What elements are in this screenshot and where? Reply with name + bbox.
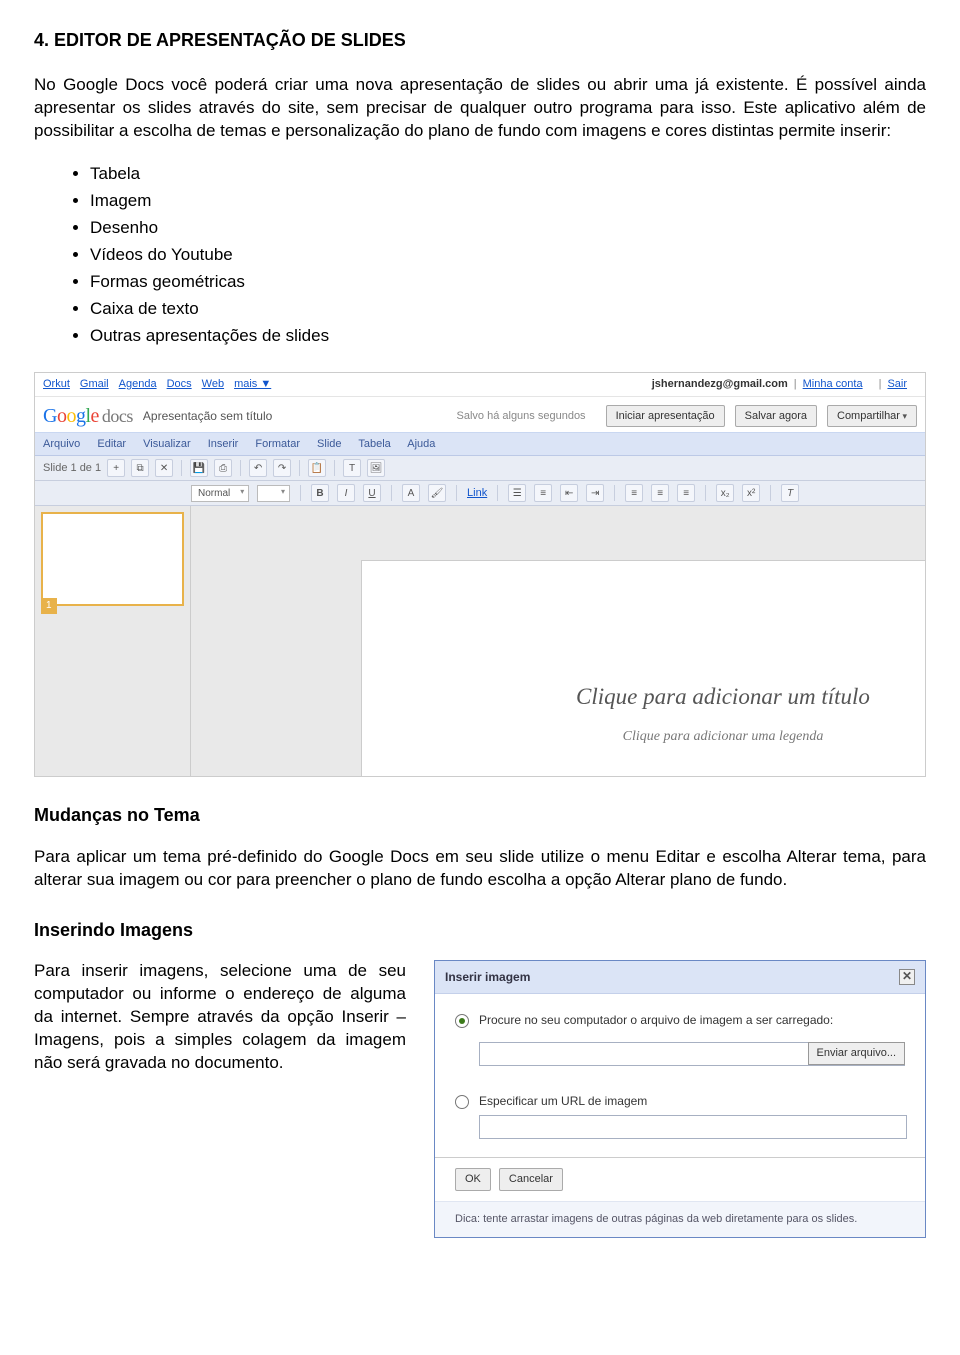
google-docs-screenshot: Orkut Gmail Agenda Docs Web mais ▼ jsher…	[34, 372, 926, 778]
signout-link[interactable]: Sair	[887, 377, 907, 392]
underline-icon[interactable]: U	[363, 484, 381, 502]
subscript-icon[interactable]: x₂	[716, 484, 734, 502]
start-presentation-button[interactable]: Iniciar apresentação	[606, 405, 725, 428]
slide-thumbnails: 1	[35, 506, 191, 776]
slide-canvas: Clique para adicionar um título Clique p…	[191, 506, 925, 776]
option-url[interactable]: Especificar um URL de imagem	[455, 1093, 905, 1139]
menu-editar[interactable]: Editar	[97, 438, 126, 450]
align-right-icon[interactable]: ≡	[677, 484, 695, 502]
option-upload-label: Procure no seu computador o arquivo de i…	[479, 1012, 905, 1028]
align-center-icon[interactable]: ≡	[651, 484, 669, 502]
radio-icon[interactable]	[455, 1095, 469, 1109]
brand-row: Googledocs Apresentação sem título Salvo…	[35, 397, 925, 433]
dialog-hint: Dica: tente arrastar imagens de outras p…	[435, 1201, 925, 1237]
nav-link-more[interactable]: mais ▼	[234, 377, 271, 392]
list-item: Desenho	[90, 217, 926, 240]
close-icon[interactable]: ✕	[899, 969, 915, 985]
outdent-icon[interactable]: ⇤	[560, 484, 578, 502]
list-item: Vídeos do Youtube	[90, 244, 926, 267]
slide-counter: Slide 1 de 1	[43, 461, 101, 476]
list-item: Imagem	[90, 190, 926, 213]
subtitle-placeholder[interactable]: Clique para adicionar uma legenda	[362, 728, 925, 747]
intro-paragraph: No Google Docs você poderá criar uma nov…	[34, 74, 926, 143]
menu-ajuda[interactable]: Ajuda	[407, 438, 435, 450]
inserindo-text: Para inserir imagens, selecione uma de s…	[34, 960, 406, 1075]
url-field[interactable]	[479, 1115, 907, 1139]
mudancas-text: Para aplicar um tema pré-definido do Goo…	[34, 846, 926, 892]
menu-formatar[interactable]: Formatar	[255, 438, 300, 450]
top-links-bar: Orkut Gmail Agenda Docs Web mais ▼ jsher…	[35, 373, 925, 397]
slide-surface[interactable]: Clique para adicionar um título Clique p…	[361, 560, 925, 776]
presentation-title[interactable]: Apresentação sem título	[143, 408, 272, 424]
list-item: Tabela	[90, 163, 926, 186]
menu-bar: Arquivo Editar Visualizar Inserir Format…	[35, 433, 925, 457]
clipboard-icon[interactable]: 📋	[308, 459, 326, 477]
nav-link[interactable]: Gmail	[80, 377, 109, 392]
new-slide-icon[interactable]: +	[107, 459, 125, 477]
delete-slide-icon[interactable]: ✕	[155, 459, 173, 477]
share-button[interactable]: Compartilhar	[827, 405, 917, 428]
thumbnail-slide-1[interactable]	[41, 512, 184, 606]
menu-inserir[interactable]: Inserir	[208, 438, 239, 450]
option-upload[interactable]: Procure no seu computador o arquivo de i…	[455, 1012, 905, 1075]
indent-icon[interactable]: ⇥	[586, 484, 604, 502]
dialog-header: Inserir imagem ✕	[435, 961, 925, 994]
fill-color-icon[interactable]: 🖌	[428, 484, 446, 502]
account-email: jshernandezg@gmail.com	[652, 377, 788, 392]
dialog-footer: OK Cancelar	[435, 1157, 925, 1201]
align-left-icon[interactable]: ≡	[625, 484, 643, 502]
insert-image-dialog: Inserir imagem ✕ Procure no seu computad…	[434, 960, 926, 1238]
toolbar-row-1: Slide 1 de 1 + ⧉ ✕ 💾 ⎙ ↶ ↷ 📋 T 🖼	[35, 456, 925, 481]
image-icon[interactable]: 🖼	[367, 459, 385, 477]
nav-link[interactable]: Orkut	[43, 377, 70, 392]
nav-link[interactable]: Docs	[167, 377, 192, 392]
menu-visualizar[interactable]: Visualizar	[143, 438, 191, 450]
nav-link[interactable]: Agenda	[119, 377, 157, 392]
option-url-label: Especificar um URL de imagem	[479, 1093, 905, 1109]
text-color-icon[interactable]: A	[402, 484, 420, 502]
my-account-link[interactable]: Minha conta	[803, 377, 863, 392]
superscript-icon[interactable]: x²	[742, 484, 760, 502]
menu-tabela[interactable]: Tabela	[358, 438, 390, 450]
save-status: Salvo há alguns segundos	[457, 409, 586, 424]
toolbar-row-2: Normal B I U A 🖌 Link ☰ ≡ ⇤ ⇥ ≡ ≡ ≡ x₂ x…	[35, 481, 925, 506]
cancel-button[interactable]: Cancelar	[499, 1168, 563, 1191]
editor-area: 1 Clique para adicionar um título Clique…	[35, 506, 925, 776]
ok-button[interactable]: OK	[455, 1168, 491, 1191]
save-icon[interactable]: 💾	[190, 459, 208, 477]
save-now-button[interactable]: Salvar agora	[735, 405, 817, 428]
print-icon[interactable]: ⎙	[214, 459, 232, 477]
redo-icon[interactable]: ↷	[273, 459, 291, 477]
menu-arquivo[interactable]: Arquivo	[43, 438, 80, 450]
nav-link[interactable]: Web	[202, 377, 224, 392]
menu-slide[interactable]: Slide	[317, 438, 341, 450]
upload-file-button[interactable]: Enviar arquivo...	[808, 1042, 905, 1065]
mudancas-heading: Mudanças no Tema	[34, 803, 926, 827]
google-docs-logo: Googledocs	[43, 403, 133, 430]
font-selector[interactable]: Normal	[191, 485, 249, 503]
bullet-list-icon[interactable]: ≡	[534, 484, 552, 502]
clear-format-icon[interactable]: T	[781, 484, 799, 502]
list-item: Caixa de texto	[90, 298, 926, 321]
undo-icon[interactable]: ↶	[249, 459, 267, 477]
list-item: Formas geométricas	[90, 271, 926, 294]
title-placeholder[interactable]: Clique para adicionar um título	[362, 681, 925, 712]
size-selector[interactable]	[257, 485, 290, 503]
italic-icon[interactable]: I	[337, 484, 355, 502]
bold-icon[interactable]: B	[311, 484, 329, 502]
heading: 4. EDITOR DE APRESENTAÇÃO DE SLIDES	[34, 28, 926, 52]
bullet-list: Tabela Imagem Desenho Vídeos do Youtube …	[34, 163, 926, 348]
textbox-icon[interactable]: T	[343, 459, 361, 477]
thumbnail-number: 1	[41, 598, 57, 614]
duplicate-slide-icon[interactable]: ⧉	[131, 459, 149, 477]
numbered-list-icon[interactable]: ☰	[508, 484, 526, 502]
radio-icon[interactable]	[455, 1014, 469, 1028]
link-button[interactable]: Link	[467, 486, 487, 501]
inserindo-heading: Inserindo Imagens	[34, 918, 926, 942]
dialog-title: Inserir imagem	[445, 969, 530, 985]
list-item: Outras apresentações de slides	[90, 325, 926, 348]
